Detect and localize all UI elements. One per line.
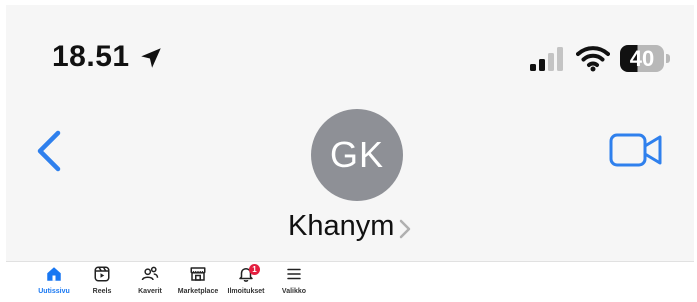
friends-icon (141, 266, 159, 281)
contact-name-button[interactable]: Khanym (288, 210, 412, 243)
nav-item-label: Marketplace (177, 288, 219, 295)
nav-item-label: Ilmoitukset (227, 288, 265, 295)
divider (6, 261, 694, 262)
nav-item-marketplace[interactable]: Marketplace (174, 264, 222, 300)
wifi-icon (576, 46, 610, 72)
nav-item-kaverit[interactable]: Kaverit (126, 264, 174, 300)
chevron-right-icon (400, 219, 411, 238)
avatar[interactable]: GK (311, 109, 403, 201)
menu-icon (287, 268, 301, 280)
nav-item-label: Kaverit (138, 288, 162, 295)
screen: 18.51 40 GK Khanym Uutissivu Reels Kaver… (0, 0, 697, 302)
nav-item-label: Reels (92, 288, 112, 295)
nav-item-valikko[interactable]: Valikko (270, 264, 318, 300)
reels-icon (94, 266, 110, 282)
nav-item-label: Uutissivu (38, 288, 70, 295)
bottom-nav: Uutissivu Reels Kaverit Marketplace 1 Il… (30, 264, 318, 300)
marketplace-icon (190, 267, 206, 281)
nav-item-label: Valikko (281, 288, 307, 295)
battery-level: 40 (629, 46, 655, 71)
cellular-signal-icon (530, 47, 563, 71)
status-time: 18.51 (52, 40, 130, 73)
nav-item-reels[interactable]: Reels (78, 264, 126, 300)
home-icon (47, 267, 61, 281)
location-arrow-icon (141, 48, 161, 68)
contact-name: Khanym (288, 210, 395, 242)
battery-indicator: 40 (620, 45, 670, 72)
notification-badge: 1 (249, 264, 260, 275)
chevron-left-icon[interactable] (34, 130, 64, 172)
nav-item-ilmoitukset[interactable]: 1 Ilmoitukset (222, 264, 270, 300)
video-camera-icon[interactable] (609, 132, 663, 168)
avatar-initials: GK (329, 134, 384, 175)
nav-item-uutissivu[interactable]: Uutissivu (30, 264, 78, 300)
